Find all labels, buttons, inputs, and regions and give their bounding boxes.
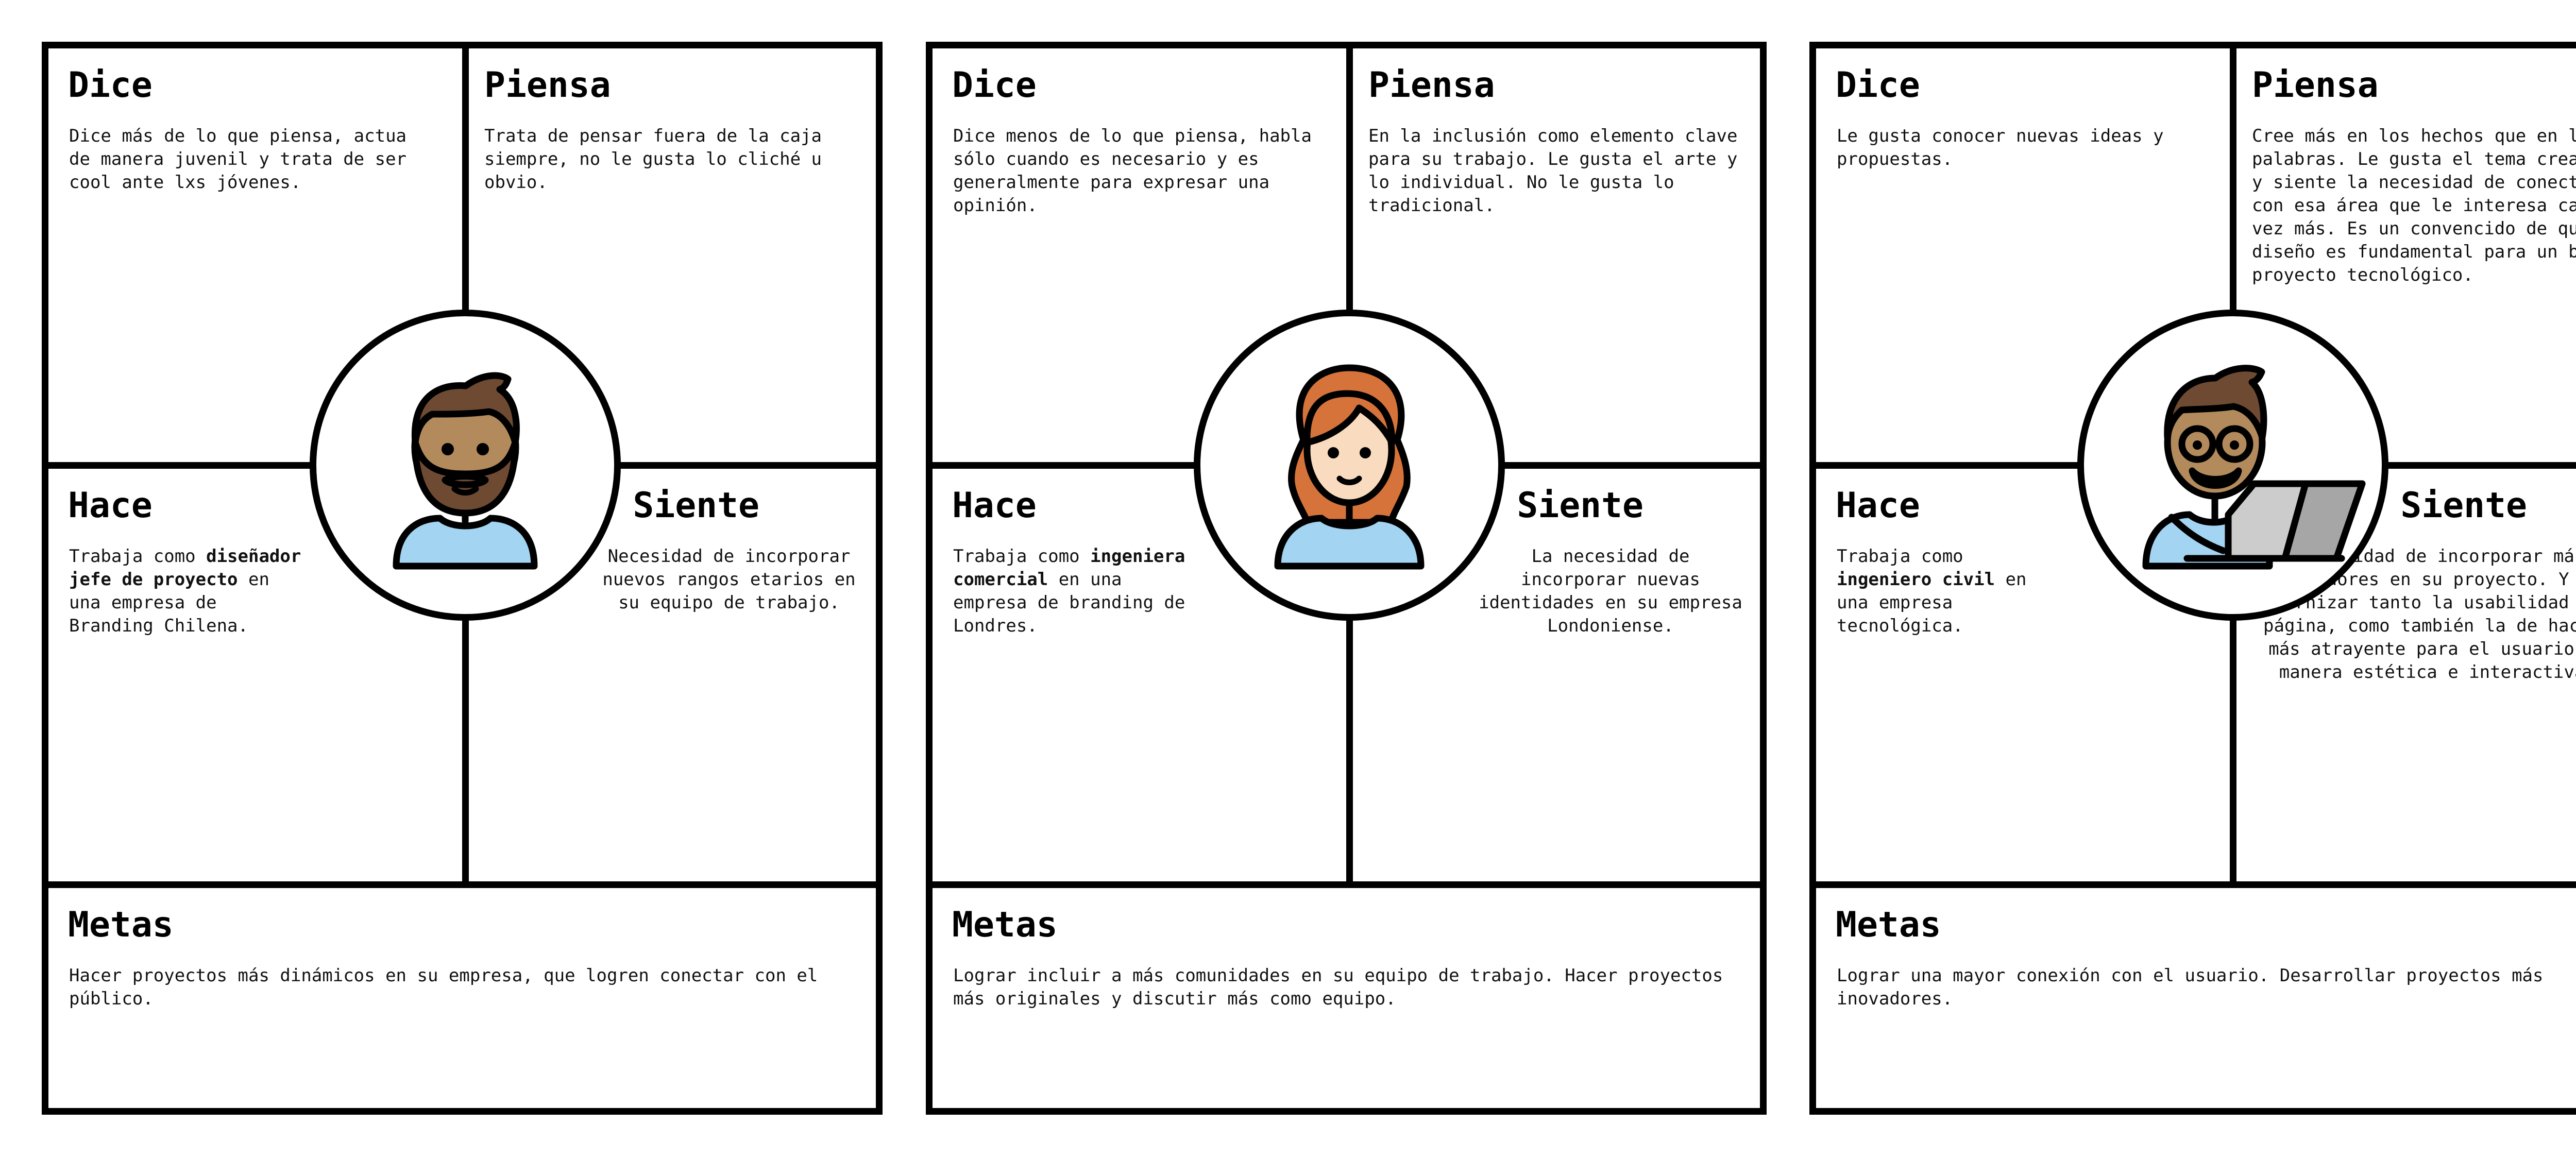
avatar-circle	[2077, 310, 2388, 621]
quadrant-title: Hace	[68, 485, 152, 526]
text-before: Trabaja como	[69, 546, 207, 567]
man-with-laptop-icon	[2142, 365, 2366, 570]
quadrant-text: Hacer proyectos más dinámicos en su empr…	[69, 965, 818, 1009]
text-before: Trabaja como	[1837, 546, 1963, 567]
divider-horizontal-bottom	[1816, 881, 2576, 888]
quadrant-text: En la inclusión como elemento clave para…	[1368, 126, 1738, 216]
quadrant-text: Lograr una mayor conexión con el usuario…	[1837, 965, 2544, 1009]
quadrant-title: Hace	[952, 485, 1037, 526]
quadrant-text: Trabaja como ingeniero civil en una empr…	[1837, 545, 2063, 638]
quadrant-text: La necesidad de incorporar nuevas identi…	[1479, 546, 1742, 636]
red-haired-woman-icon	[1274, 364, 1425, 570]
quadrant-text: Trabaja como diseñador jefe de proyecto …	[69, 545, 306, 638]
quadrant-metas: Metas Lograr una mayor conexión con el u…	[1816, 888, 2576, 1108]
empathy-map-card-1: Dice Dice más de lo que piensa, actua de…	[42, 42, 883, 1115]
quadrant-title: Dice	[952, 65, 1037, 106]
quadrant-metas: Metas Lograr incluir a más comunidades e…	[933, 888, 1760, 1108]
quadrant-text: Trabaja como ingeniera comercial en una …	[953, 545, 1195, 638]
quadrant-text: Trata de pensar fuera de la caja siempre…	[484, 126, 822, 193]
quadrant-title: Piensa	[1368, 65, 1495, 106]
empathy-map-card-3: Dice Le gusta conocer nuevas ideas y pro…	[1809, 42, 2576, 1115]
text-before: Trabaja como	[953, 546, 1091, 567]
quadrant-text: Dice más de lo que piensa, actua de mane…	[69, 126, 407, 193]
quadrant-text: Le gusta conocer nuevas ideas y propuest…	[1837, 126, 2164, 169]
quadrant-text: Dice menos de lo que piensa, habla sólo …	[953, 126, 1312, 216]
quadrant-text: Necesidad de incorporar nuevos rangos et…	[602, 546, 856, 613]
avatar-circle	[1194, 310, 1505, 621]
avatar-circle	[310, 310, 621, 621]
quadrant-title: Hace	[1836, 485, 1920, 526]
divider-horizontal-bottom	[933, 881, 1760, 888]
quadrant-title: Siente	[2400, 485, 2527, 526]
divider-horizontal-bottom	[48, 881, 876, 888]
job-title: ingeniero civil	[1837, 569, 1995, 590]
quadrant-title: Metas	[952, 905, 1058, 945]
bearded-man-icon	[393, 372, 538, 570]
quadrant-text: Lograr incluir a más comunidades en su e…	[953, 965, 1723, 1009]
quadrant-text: Cree más en los hechos que en las palabr…	[2252, 126, 2576, 285]
quadrant-title: Piensa	[2252, 65, 2379, 106]
quadrant-title: Metas	[1836, 905, 1941, 945]
quadrant-title: Metas	[68, 905, 174, 945]
quadrant-title: Siente	[1517, 485, 1643, 526]
quadrant-title: Dice	[68, 65, 152, 106]
quadrant-title: Siente	[633, 485, 759, 526]
quadrant-metas: Metas Hacer proyectos más dinámicos en s…	[48, 888, 876, 1108]
quadrant-title: Dice	[1836, 65, 1920, 106]
quadrant-title: Piensa	[484, 65, 611, 106]
empathy-map-card-2: Dice Dice menos de lo que piensa, habla …	[926, 42, 1767, 1115]
